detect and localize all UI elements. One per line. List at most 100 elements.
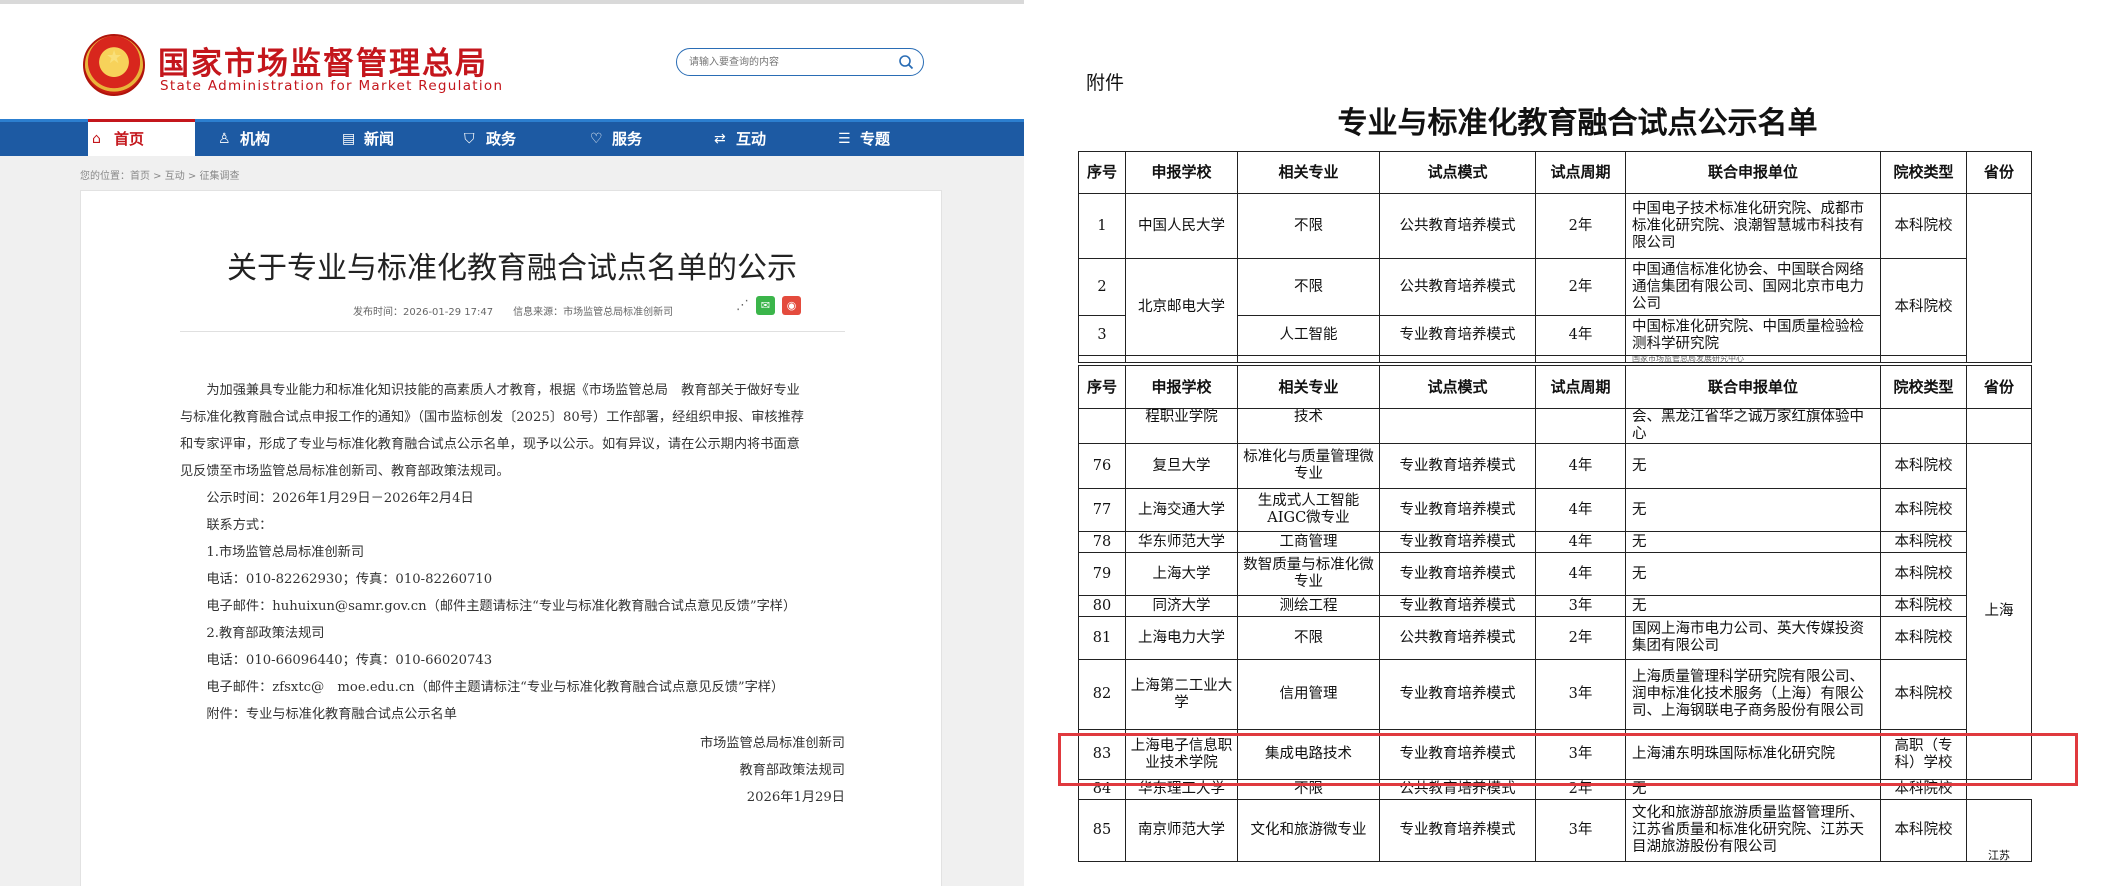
cell-partners: 会、黑龙江省华之诚万家红旗体验中心 bbox=[1625, 408, 1881, 444]
cell-school: 中国人民大学 bbox=[1125, 193, 1238, 259]
pilot-list-table: 序号 申报学校 相关专业 试点模式 试点周期 联合申报单位 院校类型 省份 程职… bbox=[1078, 365, 2032, 862]
table-row: 80 同济大学 测绘工程 专业教育培养模式 3年 无 本科院校 bbox=[1078, 595, 2032, 617]
article-meta: 发布时间：2026-01-29 17:47 信息来源：市场监管总局标准创新司 bbox=[353, 307, 674, 318]
nav-label: 机构 bbox=[240, 130, 271, 148]
nav-item-interact[interactable]: ⇄ 互动 bbox=[710, 122, 766, 156]
cell-partners: 上海质量管理科学研究院有限公司、润申标准化技术服务（上海）有限公司、上海钢联电子… bbox=[1625, 659, 1881, 730]
cell-school: 华东理工大学 bbox=[1125, 779, 1238, 800]
cell-school: 复旦大学 bbox=[1125, 443, 1238, 489]
cell-type: 高职（专科）学校 bbox=[1880, 729, 1967, 780]
header-cell: 联合申报单位 bbox=[1625, 151, 1881, 194]
cell-period: 3年 bbox=[1535, 729, 1626, 780]
search-icon[interactable] bbox=[898, 54, 914, 70]
cell-school: 程职业学院 bbox=[1125, 408, 1238, 444]
table-row: 78 华东师范大学 工商管理 专业教育培养模式 4年 无 本科院校 bbox=[1078, 531, 2032, 553]
cell-mode: 专业教育培养模式 bbox=[1379, 531, 1536, 553]
header-cell: 省份 bbox=[1966, 151, 2032, 194]
cell-partners: 无 bbox=[1625, 779, 1881, 800]
heart-icon: ♡ bbox=[590, 131, 603, 147]
cell-no: 81 bbox=[1078, 616, 1126, 660]
cell-period: 4年 bbox=[1535, 315, 1626, 356]
nav-item-org[interactable]: ♙ 机构 bbox=[214, 122, 270, 156]
weibo-share-icon[interactable]: ◉ bbox=[782, 296, 801, 315]
attachment-label: 附件 bbox=[1086, 72, 1125, 94]
nav-item-gov[interactable]: ⛉ 政务 bbox=[460, 122, 516, 156]
table-row-partial: 国家市场监管总局发展研究中心 bbox=[1078, 355, 2032, 363]
cell-mode: 专业教育培养模式 bbox=[1379, 552, 1536, 596]
nav-label: 互动 bbox=[736, 130, 767, 148]
org-icon: ♙ bbox=[218, 131, 231, 147]
search-input[interactable] bbox=[689, 55, 889, 69]
cell-type: 本科院校 bbox=[1880, 443, 1967, 489]
cell-major: 不限 bbox=[1237, 193, 1380, 259]
nav-label: 政务 bbox=[486, 130, 517, 148]
cell-mode: 专业教育培养模式 bbox=[1379, 315, 1536, 356]
article-paragraph: 电子邮件：zfsxtc@ moe.edu.cn（邮件主题请标注“专业与标准化教育… bbox=[180, 680, 785, 695]
cell-partners: 无 bbox=[1625, 552, 1881, 596]
cell-major: 测绘工程 bbox=[1237, 595, 1380, 617]
table-row: 79 上海大学 数智质量与标准化微专业 专业教育培养模式 4年 无 本科院校 bbox=[1078, 552, 2032, 596]
cell-partners: 无 bbox=[1625, 443, 1881, 489]
cell-partners: 国网上海市电力公司、英大传媒投资集团有限公司 bbox=[1625, 616, 1881, 660]
header-cell: 试点模式 bbox=[1379, 151, 1536, 194]
cell-partners: 文化和旅游部旅游质量监督管理所、江苏省质量和标准化研究院、江苏天目湖旅游股份有限… bbox=[1625, 799, 1881, 862]
cell-mode: 专业教育培养模式 bbox=[1379, 799, 1536, 862]
wechat-share-icon[interactable]: ✉ bbox=[756, 296, 775, 315]
cell-school: 上海交通大学 bbox=[1125, 488, 1238, 532]
cell-type: 本科院校 bbox=[1880, 659, 1967, 730]
cell-no: 83 bbox=[1078, 729, 1126, 780]
share-icon[interactable]: ⋰ bbox=[736, 298, 749, 313]
table-header-row: 序号 申报学校 相关专业 试点模式 试点周期 联合申报单位 院校类型 省份 bbox=[1078, 151, 2032, 194]
cell-partners-partial: 国家市场监管总局发展研究中心 bbox=[1625, 355, 1881, 363]
table-row: 程职业学院 技术 会、黑龙江省华之诚万家红旗体验中心 bbox=[1078, 408, 2032, 444]
cell-period: 4年 bbox=[1535, 443, 1626, 489]
cell-mode: 公共教育培养模式 bbox=[1379, 258, 1536, 316]
main-nav: ⌂ 首页 ♙ 机构 ▤ 新闻 ⛉ 政务 ♡ 服务 ⇄ 互动 ☰ 专题 bbox=[0, 119, 1024, 156]
cell-major: 不限 bbox=[1237, 258, 1380, 316]
article-paragraph: 2.教育部政策法规司 bbox=[180, 626, 325, 641]
cell-school: 华东师范大学 bbox=[1125, 531, 1238, 553]
cell-no: 80 bbox=[1078, 595, 1126, 617]
article-card: 关于专业与标准化教育融合试点名单的公示 发布时间：2026-01-29 17:4… bbox=[80, 190, 942, 886]
cell-partners: 中国通信标准化协会、中国联合网络通信集团有限公司、国网北京市电力公司 bbox=[1625, 258, 1881, 316]
header-cell: 试点模式 bbox=[1379, 365, 1536, 409]
header-cell: 申报学校 bbox=[1125, 151, 1238, 194]
cell-type: 本科院校 bbox=[1880, 616, 1967, 660]
cell-mode: 公共教育培养模式 bbox=[1379, 616, 1536, 660]
cell-mode: 公共教育培养模式 bbox=[1379, 779, 1536, 800]
breadcrumb[interactable]: 您的位置：首页 > 互动 > 征集调查 bbox=[80, 167, 239, 182]
cell-major: 技术 bbox=[1237, 408, 1380, 444]
cell-major: 工商管理 bbox=[1237, 531, 1380, 553]
cell-mode: 专业教育培养模式 bbox=[1379, 729, 1536, 780]
cell-period: 2年 bbox=[1535, 616, 1626, 660]
cell-province bbox=[1966, 193, 2032, 363]
nav-item-topic[interactable]: ☰ 专题 bbox=[834, 122, 890, 156]
cell-school: 上海大学 bbox=[1125, 552, 1238, 596]
table-row: 1 中国人民大学 不限 公共教育培养模式 2年 中国电子技术标准化研究院、成都市… bbox=[1078, 193, 2032, 363]
header-cell: 相关专业 bbox=[1237, 151, 1380, 194]
cell-no: 79 bbox=[1078, 552, 1126, 596]
table-row: 81 上海电力大学 不限 公共教育培养模式 2年 国网上海市电力公司、英大传媒投… bbox=[1078, 616, 2032, 660]
cell-partners: 上海浦东明珠国际标准化研究院 bbox=[1625, 729, 1881, 780]
cell-province: 上海 bbox=[1966, 443, 2032, 780]
nav-item-home[interactable]: ⌂ 首页 bbox=[88, 119, 195, 156]
cell-period: 3年 bbox=[1535, 659, 1626, 730]
cell-no: 1 bbox=[1078, 193, 1126, 259]
cell-major: 标准化与质量管理微专业 bbox=[1237, 443, 1380, 489]
cell-no: 2 bbox=[1078, 258, 1126, 316]
cell-province: 江苏 bbox=[1966, 799, 2032, 862]
nav-item-service[interactable]: ♡ 服务 bbox=[586, 122, 642, 156]
cell-school: 北京邮电大学 bbox=[1125, 258, 1238, 356]
cell-type: 本科院校 bbox=[1880, 258, 1967, 356]
search-box bbox=[676, 48, 924, 76]
cell-school: 南京师范大学 bbox=[1125, 799, 1238, 862]
cell-period: 2年 bbox=[1535, 258, 1626, 316]
nav-label: 首页 bbox=[114, 130, 145, 148]
table-row: 85 南京师范大学 文化和旅游微专业 专业教育培养模式 3年 文化和旅游部旅游质… bbox=[1078, 799, 2032, 862]
nav-item-news[interactable]: ▤ 新闻 bbox=[338, 122, 394, 156]
cell-type: 本科院校 bbox=[1880, 779, 1967, 800]
article-paragraph: 电子邮件：huhuixun@samr.gov.cn（邮件主题请标注“专业与标准化… bbox=[180, 599, 797, 614]
header-cell: 序号 bbox=[1078, 365, 1126, 409]
table-row: 2 北京邮电大学 不限 公共教育培养模式 2年 中国通信标准化协会、中国联合网络… bbox=[1078, 258, 2032, 356]
gov-icon: ⛉ bbox=[464, 131, 475, 147]
